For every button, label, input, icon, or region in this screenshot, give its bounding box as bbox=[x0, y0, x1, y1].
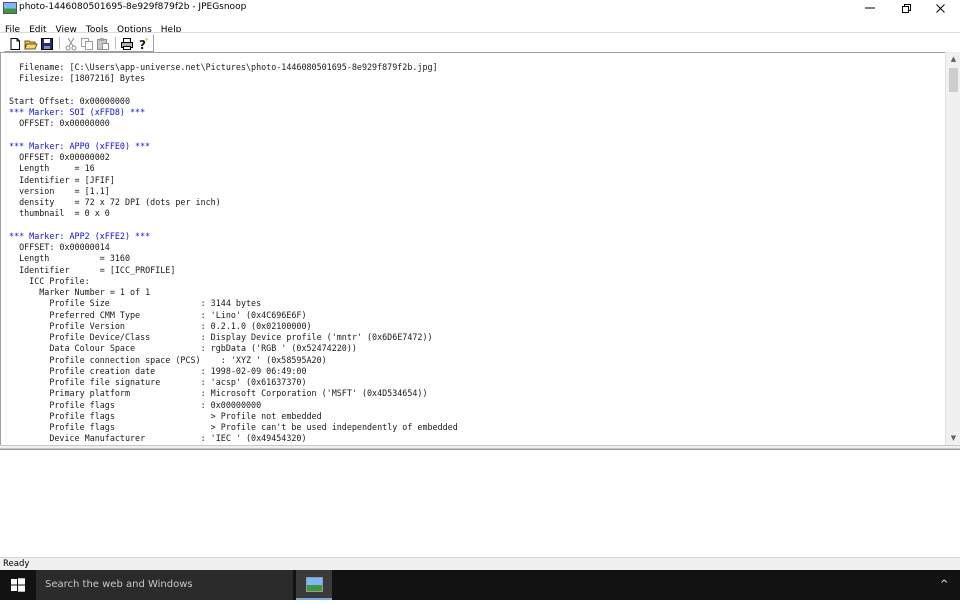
report-line: Profile flags > Profile not embedded bbox=[9, 410, 322, 421]
report-line: OFFSET: 0x00000014 bbox=[9, 242, 110, 252]
app-image-icon[interactable] bbox=[3, 2, 17, 14]
report-line: Filesize: [1807216] Bytes bbox=[9, 73, 146, 84]
report-line: ICC Profile: bbox=[9, 275, 90, 286]
windows-taskbar: Search the web and Windows ^ bbox=[0, 570, 960, 600]
paste-icon bbox=[97, 38, 109, 50]
help-icon: ? bbox=[139, 38, 148, 52]
restore-icon bbox=[902, 4, 911, 13]
report-line: Profile Version : 0.2.1.0 (0x02100000) bbox=[9, 320, 312, 331]
report-line: Identifier = [JFIF] bbox=[9, 174, 115, 185]
report-line: Identifier = [ICC_PROFILE] bbox=[9, 264, 176, 275]
report-line: OFFSET: 0x00000002 bbox=[9, 152, 110, 162]
report-line: Profile flags > Profile can't be used in… bbox=[9, 422, 458, 432]
print-icon bbox=[121, 38, 133, 50]
report-line: thumbnail = 0 x 0 bbox=[9, 208, 110, 219]
report-line: Length = 16 bbox=[9, 163, 95, 174]
print-button[interactable] bbox=[120, 36, 134, 50]
new-file-button[interactable] bbox=[8, 36, 22, 50]
report-line: version = [1.1] bbox=[9, 185, 110, 196]
menu-bar: File Edit View Tools Options Help bbox=[0, 17, 960, 35]
maximize-button[interactable] bbox=[892, 0, 922, 16]
status-bar: Ready bbox=[0, 557, 960, 571]
report-line bbox=[9, 220, 458, 231]
report-line: Device Manufacturer : 'IEC ' (0x49454320… bbox=[9, 433, 307, 444]
report-line: Profile Size : 3144 bytes bbox=[9, 298, 262, 309]
toolbar: ? bbox=[0, 32, 960, 52]
taskbar-jpegsnoop-button[interactable] bbox=[296, 570, 332, 600]
marker-heading-line: *** Marker: APP2 (xFFE2) *** bbox=[9, 230, 151, 241]
cut-button[interactable] bbox=[64, 36, 78, 51]
paste-button[interactable] bbox=[96, 36, 110, 50]
report-line: Start Offset: 0x00000000 bbox=[9, 95, 131, 106]
report-text: Filename: [C:\Users\app-universe.net\Pic… bbox=[9, 62, 458, 445]
scroll-thumb[interactable] bbox=[949, 68, 958, 92]
window-title: photo-1446080501695-8e929f879f2b - JPEGs… bbox=[19, 2, 247, 12]
report-line: density = 72 x 72 DPI (dots per inch) bbox=[9, 197, 221, 207]
vertical-scrollbar[interactable]: ▲ ▼ bbox=[945, 52, 960, 445]
image-preview-pane[interactable] bbox=[0, 449, 960, 558]
open-folder-icon bbox=[24, 40, 38, 50]
start-button[interactable] bbox=[0, 570, 36, 600]
toolbar-separator bbox=[59, 37, 60, 49]
tray-chevron-up-icon[interactable]: ^ bbox=[940, 579, 948, 590]
scroll-down-arrow[interactable]: ▼ bbox=[946, 431, 960, 445]
report-line: Filename: [C:\Users\app-universe.net\Pic… bbox=[9, 62, 438, 72]
report-line: Profile creation date : 1998-02-09 06:49… bbox=[9, 365, 307, 376]
new-file-icon bbox=[10, 38, 20, 50]
copy-icon bbox=[81, 38, 93, 50]
status-text: Ready bbox=[3, 559, 30, 569]
toolbar-button-group: ? bbox=[4, 34, 154, 52]
taskbar-search-box[interactable]: Search the web and Windows bbox=[36, 570, 293, 600]
minimize-button[interactable] bbox=[855, 0, 885, 16]
report-output-pane[interactable]: Filename: [C:\Users\app-universe.net\Pic… bbox=[0, 52, 946, 446]
close-button[interactable] bbox=[926, 0, 956, 16]
help-button[interactable]: ? bbox=[136, 36, 150, 52]
report-line: Profile connection space (PCS) : 'XYZ ' … bbox=[9, 354, 327, 365]
save-button[interactable] bbox=[40, 36, 54, 50]
close-icon bbox=[936, 4, 945, 13]
report-line: Marker Number = 1 of 1 bbox=[9, 287, 151, 297]
toolbar-separator bbox=[115, 37, 116, 49]
report-line: Primary platform : Microsoft Corporation… bbox=[9, 388, 428, 399]
jpegsnoop-window: photo-1446080501695-8e929f879f2b - JPEGs… bbox=[0, 0, 960, 571]
title-bar[interactable]: photo-1446080501695-8e929f879f2b - JPEGs… bbox=[0, 0, 960, 16]
scroll-up-arrow[interactable]: ▲ bbox=[946, 52, 960, 66]
report-line: Profile Device/Class : Display Device pr… bbox=[9, 332, 433, 342]
marker-heading-line: *** Marker: SOI (xFFD8) *** bbox=[9, 107, 146, 117]
windows-logo-icon bbox=[11, 578, 25, 592]
report-line: Length = 3160 bbox=[9, 253, 131, 264]
report-line bbox=[9, 85, 458, 96]
cut-icon bbox=[65, 37, 77, 51]
svg-text:?: ? bbox=[139, 38, 146, 51]
open-file-button[interactable] bbox=[24, 36, 38, 50]
report-line bbox=[9, 130, 458, 141]
save-icon bbox=[41, 38, 53, 50]
report-line: OFFSET: 0x00000000 bbox=[9, 118, 110, 129]
report-line: Profile flags : 0x00000000 bbox=[9, 399, 262, 410]
report-line: Preferred CMM Type : 'Lino' (0x4C696E6F) bbox=[9, 309, 307, 320]
jpegsnoop-app-icon bbox=[306, 577, 323, 592]
search-placeholder: Search the web and Windows bbox=[45, 579, 193, 590]
copy-button[interactable] bbox=[80, 36, 94, 50]
minimize-icon bbox=[865, 7, 875, 9]
marker-heading-line: *** Marker: APP0 (xFFE0) *** bbox=[9, 140, 151, 151]
report-line: Profile file signature : 'acsp' (0x61637… bbox=[9, 377, 307, 387]
report-line: Data Colour Space : rgbData ('RGB ' (0x5… bbox=[9, 343, 357, 354]
